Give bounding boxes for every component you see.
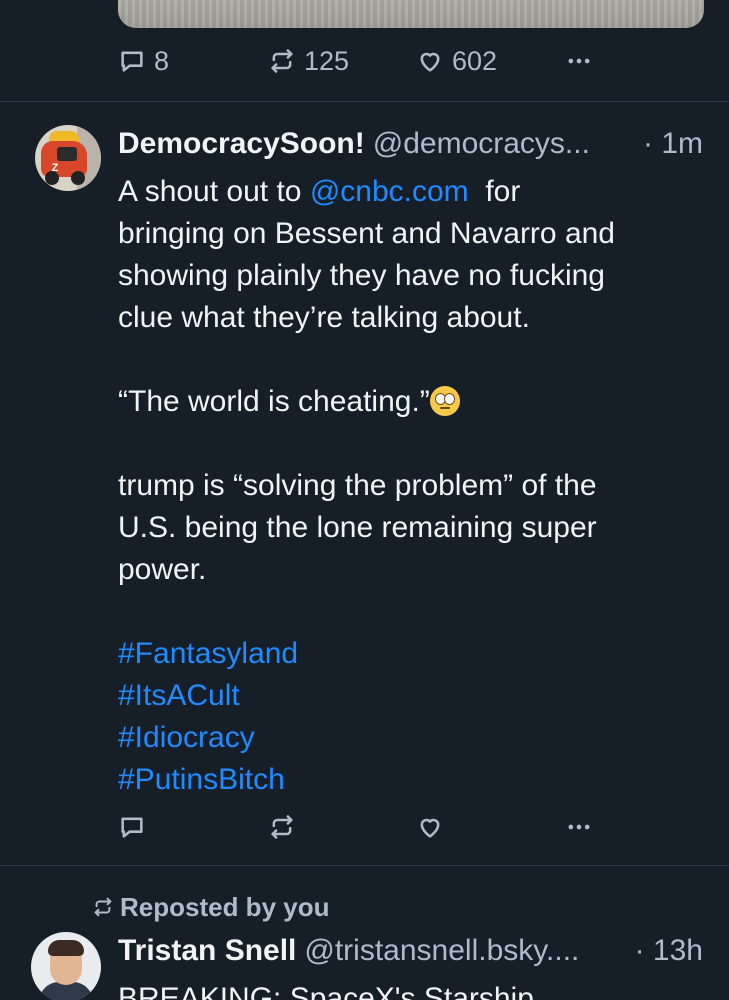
text-line: trump is “solving the problem” of the bbox=[118, 469, 597, 502]
author-name[interactable]: Tristan Snell bbox=[118, 934, 296, 968]
like-button[interactable] bbox=[416, 809, 444, 845]
post-header: DemocracySoon! @democracys... · 1m bbox=[118, 127, 703, 167]
post[interactable]: Z DemocracySoon! @democracys... · 1m A s… bbox=[0, 102, 729, 866]
ellipsis-icon bbox=[568, 58, 590, 64]
previous-post: 8 125 602 bbox=[0, 0, 729, 102]
text-line: clue what they’re talking about. bbox=[118, 301, 530, 334]
post-header: Tristan Snell @tristansnell.bsky.... · 1… bbox=[118, 934, 703, 974]
post-time[interactable]: · 13h bbox=[635, 934, 703, 968]
avatar[interactable] bbox=[31, 932, 101, 1000]
text-line: power. bbox=[118, 553, 207, 586]
hashtag-link[interactable]: #Fantasyland bbox=[118, 633, 708, 675]
repost-label[interactable]: Reposted by you bbox=[120, 892, 329, 923]
post-actions bbox=[118, 809, 598, 845]
repost-button[interactable]: 125 bbox=[268, 43, 349, 79]
speech-bubble-icon bbox=[121, 817, 143, 838]
text-line: showing plainly they have no fucking bbox=[118, 259, 605, 292]
author-handle[interactable]: @democracys... bbox=[373, 127, 590, 161]
text-line: U.S. being the lone remaining super bbox=[118, 511, 597, 544]
eye-roll-emoji-icon bbox=[429, 386, 460, 416]
reply-button[interactable]: 8 bbox=[118, 43, 169, 79]
repost-arrows-icon bbox=[94, 897, 112, 917]
speech-bubble-icon bbox=[121, 51, 143, 72]
hashtag-link[interactable]: #Idiocracy bbox=[118, 717, 708, 759]
more-options-button[interactable] bbox=[565, 43, 593, 79]
avatar[interactable]: Z bbox=[35, 125, 101, 191]
post-image[interactable] bbox=[118, 0, 704, 28]
repost-indicator: Reposted by you bbox=[92, 890, 329, 924]
post-text: A shout out to @cnbc.com for bringing on… bbox=[118, 171, 708, 801]
repost-button[interactable] bbox=[268, 809, 296, 845]
ellipsis-icon bbox=[568, 824, 590, 830]
hashtag-link[interactable]: #ItsACult bbox=[118, 675, 708, 717]
more-options-button[interactable] bbox=[565, 809, 593, 845]
post-text: BREAKING: SpaceX's Starship bbox=[118, 982, 534, 1000]
author-name[interactable]: DemocracySoon! bbox=[118, 127, 365, 161]
text-line: bringing on Bessent and Navarro and bbox=[118, 217, 615, 250]
hashtag-link[interactable]: #PutinsBitch bbox=[118, 759, 708, 801]
reply-button[interactable] bbox=[118, 809, 146, 845]
mention-link[interactable]: @cnbc.com bbox=[310, 175, 469, 208]
reply-count: 8 bbox=[154, 45, 170, 76]
repost-arrows-icon bbox=[271, 815, 293, 839]
like-button[interactable]: 602 bbox=[416, 43, 497, 79]
reposted-post[interactable]: Reposted by you Tristan Snell @tristansn… bbox=[0, 866, 729, 1000]
quote-line: “The world is cheating.” bbox=[118, 381, 708, 423]
heart-icon bbox=[420, 52, 440, 72]
text-line: A shout out to @cnbc.com for bbox=[118, 175, 521, 208]
repost-count: 125 bbox=[304, 45, 350, 76]
heart-icon bbox=[420, 818, 440, 838]
feed: 8 125 602 Z DemocracySoon! @democracys..… bbox=[0, 0, 729, 1000]
like-count: 602 bbox=[452, 45, 498, 76]
post-time[interactable]: · 1m bbox=[643, 127, 703, 161]
author-handle[interactable]: @tristansnell.bsky.... bbox=[304, 934, 579, 968]
repost-arrows-icon bbox=[271, 49, 293, 73]
post-actions: 8 125 602 bbox=[118, 43, 598, 79]
